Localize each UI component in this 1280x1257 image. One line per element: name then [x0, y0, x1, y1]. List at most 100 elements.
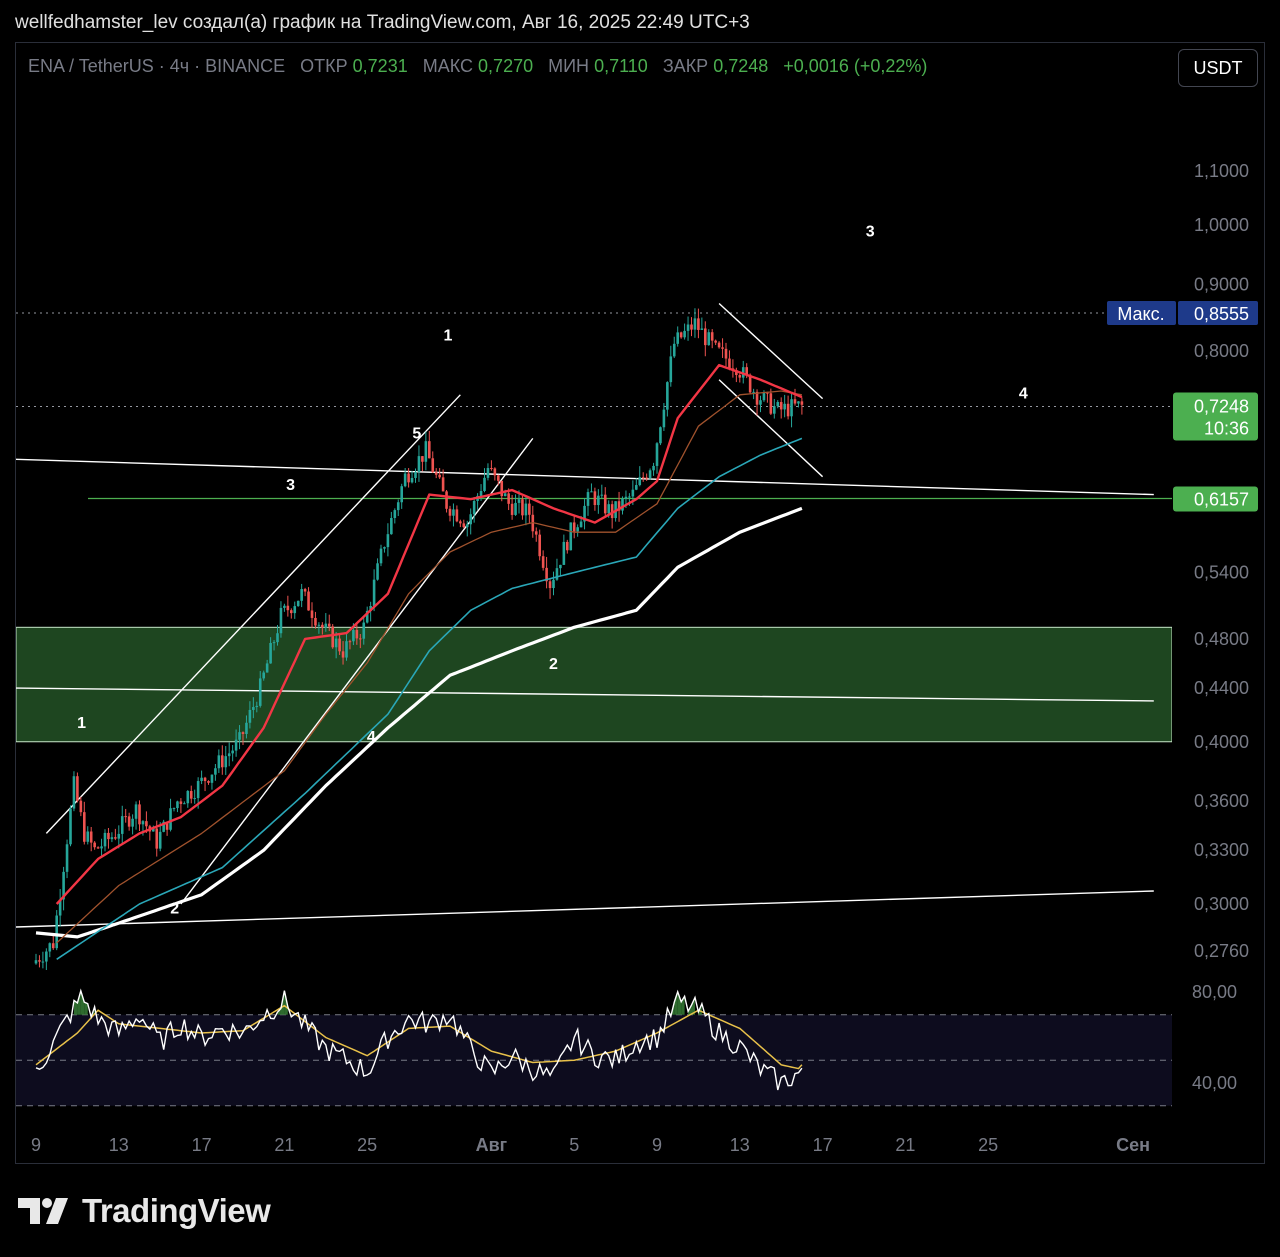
candle-body	[376, 563, 379, 580]
candle-body	[352, 630, 355, 642]
candle-body	[321, 624, 324, 628]
candle-body	[562, 541, 566, 565]
candle-body	[231, 750, 234, 754]
candle-body	[700, 328, 704, 330]
legend-low-label: МИН	[548, 56, 589, 76]
candle-body	[286, 605, 290, 611]
candle-body	[641, 477, 645, 479]
candle-body	[238, 732, 241, 740]
candle-body	[124, 816, 127, 818]
candle-body	[597, 495, 600, 506]
candle-body	[117, 833, 121, 839]
candle-body	[676, 332, 679, 344]
candle-body	[72, 776, 76, 809]
symbol-legend: ENA / TetherUS · 4ч · BINANCE ОТКР 0,723…	[28, 56, 927, 76]
candle-body	[279, 607, 283, 634]
y-tick-label: 0,5400	[1194, 563, 1249, 583]
candle-body	[728, 358, 731, 369]
candle-body	[790, 399, 793, 417]
trend-line-0	[16, 458, 1154, 496]
candle-body	[341, 651, 345, 658]
price-chart[interactable]: 1 2 3 4 5 1 2 3 4 1,1000 1,0000 0,9000 0,8000 0,5400…	[0, 0, 1280, 1257]
wave-label-6: 2	[549, 656, 558, 673]
candle-body	[800, 401, 804, 405]
currency-button[interactable]: USDT	[1178, 49, 1258, 87]
candle-body	[410, 477, 414, 483]
candle-body	[176, 801, 179, 809]
candle-body	[738, 375, 742, 378]
candle-body	[34, 960, 38, 964]
candle-body	[424, 441, 428, 462]
y-tick-label: 0,4400	[1194, 678, 1249, 698]
y-tick-label: 0,3300	[1194, 840, 1249, 860]
candle-body	[172, 808, 176, 810]
candle-body	[203, 777, 207, 782]
candle-body	[566, 541, 569, 551]
candle-body	[776, 402, 780, 407]
candle-body	[134, 804, 138, 819]
candle-body	[672, 343, 676, 357]
candle-body	[362, 622, 366, 639]
candle-body	[569, 522, 573, 551]
candle-body	[455, 509, 459, 522]
candle-body	[503, 493, 507, 497]
candle-body	[252, 707, 255, 710]
candle-body	[407, 473, 410, 483]
candle-body	[762, 392, 766, 401]
candle-body	[314, 617, 317, 626]
candle-body	[255, 705, 259, 708]
candle-body	[334, 638, 338, 648]
legend-open-label: ОТКР	[300, 56, 348, 76]
x-tick-label: Сен	[1116, 1135, 1150, 1155]
candle-body	[590, 491, 593, 493]
candle-body	[89, 831, 93, 843]
candle-body	[283, 605, 286, 608]
candle-body	[214, 768, 217, 775]
candle-body	[331, 626, 334, 648]
candle-body	[338, 638, 341, 652]
candle-body	[86, 831, 90, 842]
x-tick-label: Авг	[476, 1135, 508, 1155]
candle-body	[579, 521, 583, 528]
candle-body	[441, 477, 445, 492]
y-tick-label: 0,3000	[1194, 894, 1249, 914]
candle-body	[417, 456, 421, 472]
candle-body	[345, 641, 348, 658]
candle-body	[79, 800, 83, 813]
y-tick-label: 0,4800	[1194, 629, 1249, 649]
candle-body	[469, 514, 472, 525]
candle-body	[393, 510, 397, 518]
candle-body	[317, 624, 321, 626]
candle-body	[693, 318, 697, 330]
y-tick-label: 0,2760	[1194, 941, 1249, 961]
candle-body	[462, 523, 466, 528]
wave-label-0: 1	[77, 715, 86, 732]
legend-high: 0,7270	[478, 56, 533, 76]
candle-body	[100, 846, 103, 849]
candle-body	[652, 465, 655, 471]
candle-body	[514, 502, 517, 515]
candle-body	[383, 547, 386, 549]
candle-body	[697, 318, 700, 330]
candle-body	[234, 739, 238, 751]
x-tick-label: 9	[652, 1135, 662, 1155]
candle-body	[196, 781, 200, 799]
bar-countdown: 10:36	[1204, 419, 1249, 439]
x-tick-label: 13	[109, 1135, 129, 1155]
candle-body	[593, 491, 597, 506]
candle-body	[300, 589, 303, 601]
candle-body	[83, 812, 86, 842]
candle-body	[114, 837, 117, 839]
zone-rect	[16, 626, 1172, 743]
candle-body	[607, 504, 610, 514]
candle-body	[103, 832, 107, 847]
candle-body	[310, 610, 314, 618]
candle-body	[490, 468, 493, 470]
candle-body	[38, 960, 41, 962]
candle-body	[221, 755, 224, 768]
x-tick-label: 21	[274, 1135, 294, 1155]
candle-body	[55, 915, 58, 949]
candle-body	[486, 468, 490, 478]
candle-body	[628, 496, 631, 498]
y-tick-label: 0,8000	[1194, 341, 1249, 361]
